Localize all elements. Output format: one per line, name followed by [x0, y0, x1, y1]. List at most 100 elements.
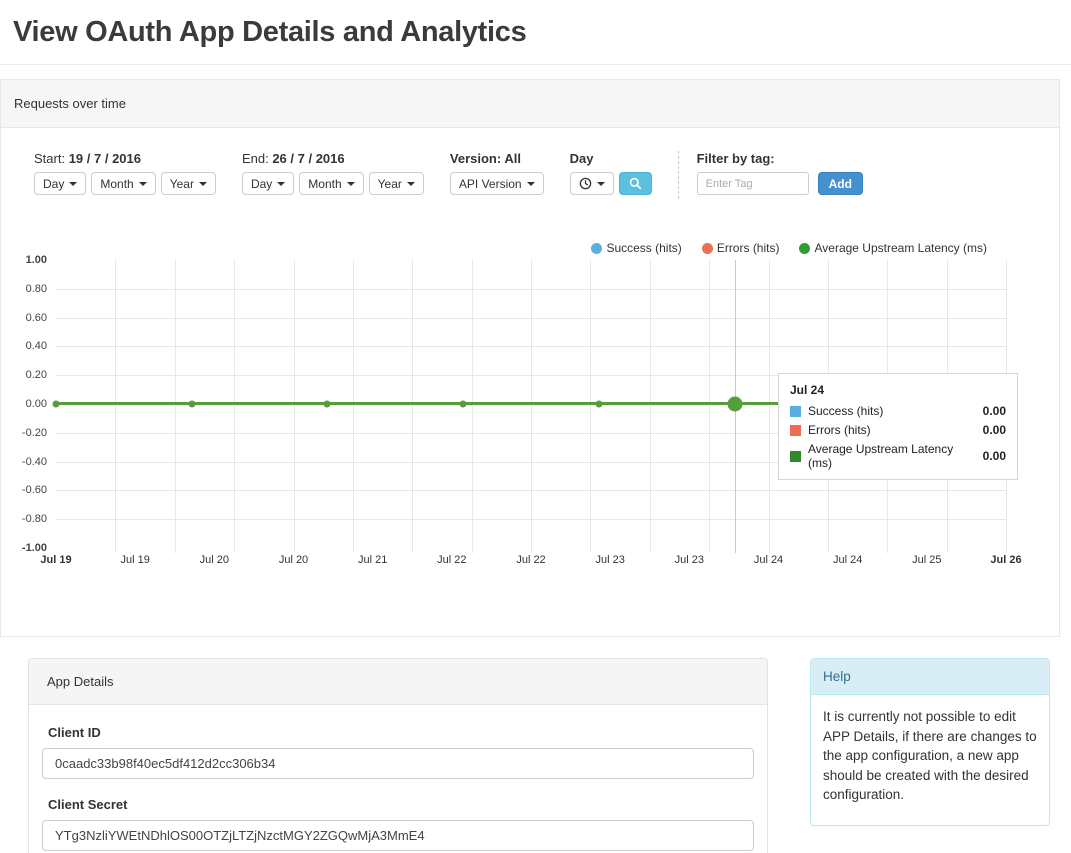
- data-point[interactable]: [188, 401, 195, 408]
- help-title: Help: [823, 669, 851, 684]
- requests-panel-header: Requests over time: [1, 80, 1059, 128]
- v-gridline: [531, 260, 532, 553]
- v-gridline: [175, 260, 176, 553]
- tooltip-label: Errors (hits): [808, 423, 973, 437]
- legend-item: Average Upstream Latency (ms): [799, 241, 987, 255]
- client-secret-field[interactable]: [42, 820, 754, 851]
- x-axis-label: Jul 19: [40, 554, 71, 566]
- app-details-body: Client ID Client Secret: [29, 705, 767, 853]
- v-gridline: [769, 260, 770, 553]
- x-axis-label: Jul 24: [754, 554, 783, 566]
- legend-swatch: [799, 243, 810, 254]
- chevron-down-icon: [347, 182, 355, 186]
- requests-panel-title: Requests over time: [14, 96, 126, 111]
- v-gridline: [650, 260, 651, 553]
- x-axis-label: Jul 20: [200, 554, 229, 566]
- x-axis-label: Jul 24: [833, 554, 862, 566]
- v-gridline: [709, 260, 710, 553]
- app-details-panel: App Details Client ID Client Secret: [28, 658, 768, 853]
- start-year-dropdown[interactable]: Year: [161, 172, 216, 195]
- y-axis-label: 0.60: [26, 312, 47, 324]
- controls-divider: [678, 151, 679, 199]
- tooltip-row: Success (hits)0.00: [790, 404, 1006, 418]
- api-version-dropdown[interactable]: API Version: [450, 172, 544, 195]
- chart-search-button[interactable]: [619, 172, 652, 195]
- requests-panel-body: Start: 19 / 7 / 2016 Day Month Year: [1, 128, 1059, 636]
- legend-swatch: [591, 243, 602, 254]
- add-tag-button[interactable]: Add: [818, 172, 863, 195]
- end-day-dropdown[interactable]: Day: [242, 172, 294, 195]
- start-month-dropdown[interactable]: Month: [91, 172, 155, 195]
- data-point[interactable]: [595, 401, 602, 408]
- v-gridline: [412, 260, 413, 553]
- x-axis-label: Jul 21: [358, 554, 387, 566]
- end-month-dropdown[interactable]: Month: [299, 172, 363, 195]
- end-month-dropdown-label: Month: [308, 177, 341, 191]
- y-axis-label: 1.00: [26, 254, 47, 266]
- data-point[interactable]: [324, 401, 331, 408]
- tooltip-label: Average Upstream Latency (ms): [808, 442, 973, 470]
- version-control: Version: All API Version: [450, 151, 544, 195]
- end-year-dropdown-label: Year: [378, 177, 402, 191]
- help-text: It is currently not possible to edit APP…: [811, 695, 1049, 825]
- time-granularity-dropdown[interactable]: [570, 172, 614, 195]
- data-point[interactable]: [460, 401, 467, 408]
- v-gridline: [353, 260, 354, 553]
- end-date-control: End: 26 / 7 / 2016 Day Month Year: [242, 151, 424, 195]
- legend-item: Errors (hits): [702, 241, 780, 255]
- y-axis-label: -0.40: [22, 456, 47, 468]
- chevron-down-icon: [69, 182, 77, 186]
- y-axis-label: -0.20: [22, 427, 47, 439]
- y-axis-label: 0.80: [26, 283, 47, 295]
- filter-by-tag-label: Filter by tag:: [697, 151, 775, 166]
- v-gridline: [294, 260, 295, 553]
- v-gridline: [590, 260, 591, 553]
- granularity-label: Day: [570, 151, 594, 166]
- end-year-dropdown[interactable]: Year: [369, 172, 424, 195]
- v-gridline: [115, 260, 116, 553]
- data-point[interactable]: [727, 397, 742, 412]
- app-details-title: App Details: [47, 674, 113, 689]
- help-panel: Help It is currently not possible to edi…: [810, 658, 1050, 826]
- end-label: End:: [242, 151, 269, 166]
- start-day-dropdown-label: Day: [43, 177, 64, 191]
- requests-chart: Success (hits) Errors (hits) Average Upstr…: [1, 238, 1059, 576]
- clock-icon: [579, 177, 592, 190]
- version-label: Version:: [450, 151, 501, 166]
- legend-item: Success (hits): [591, 241, 681, 255]
- client-id-field[interactable]: [42, 748, 754, 779]
- requests-over-time-panel: Requests over time Start: 19 / 7 / 2016 …: [0, 79, 1060, 637]
- start-label: Start:: [34, 151, 65, 166]
- x-axis-label: Jul 26: [990, 554, 1021, 566]
- tooltip-row: Average Upstream Latency (ms) 0.00: [790, 442, 1006, 470]
- x-axis-label: Jul 25: [912, 554, 941, 566]
- data-point[interactable]: [53, 401, 60, 408]
- chevron-down-icon: [199, 182, 207, 186]
- chart-x-axis: Jul 19Jul 19Jul 20Jul 20Jul 21Jul 22Jul …: [56, 554, 1006, 568]
- x-axis-label: Jul 22: [437, 554, 466, 566]
- tooltip-label: Success (hits): [808, 404, 973, 418]
- bottom-section: App Details Client ID Client Secret Help…: [28, 658, 1060, 853]
- chart-controls: Start: 19 / 7 / 2016 Day Month Year: [1, 128, 1059, 199]
- x-axis-label: Jul 23: [675, 554, 704, 566]
- title-divider: [0, 64, 1071, 65]
- tooltip-swatch: [790, 406, 801, 417]
- x-axis-label: Jul 23: [595, 554, 624, 566]
- tooltip-value: 0.00: [983, 449, 1006, 463]
- y-axis-label: -0.80: [22, 513, 47, 525]
- y-axis-label: -1.00: [22, 542, 47, 554]
- start-month-dropdown-label: Month: [100, 177, 133, 191]
- start-value: 19 / 7 / 2016: [69, 151, 141, 166]
- tag-input[interactable]: [697, 172, 809, 195]
- y-axis-label: -0.60: [22, 484, 47, 496]
- start-year-dropdown-label: Year: [170, 177, 194, 191]
- api-version-dropdown-label: API Version: [459, 177, 522, 191]
- legend-swatch: [702, 243, 713, 254]
- tag-filter-control: Filter by tag: Add: [697, 151, 863, 195]
- chevron-down-icon: [139, 182, 147, 186]
- granularity-control: Day: [570, 151, 652, 195]
- start-day-dropdown[interactable]: Day: [34, 172, 86, 195]
- tooltip-title: Jul 24: [790, 383, 1006, 397]
- chevron-down-icon: [527, 182, 535, 186]
- chart-legend: Success (hits) Errors (hits) Average Upstr…: [591, 241, 987, 255]
